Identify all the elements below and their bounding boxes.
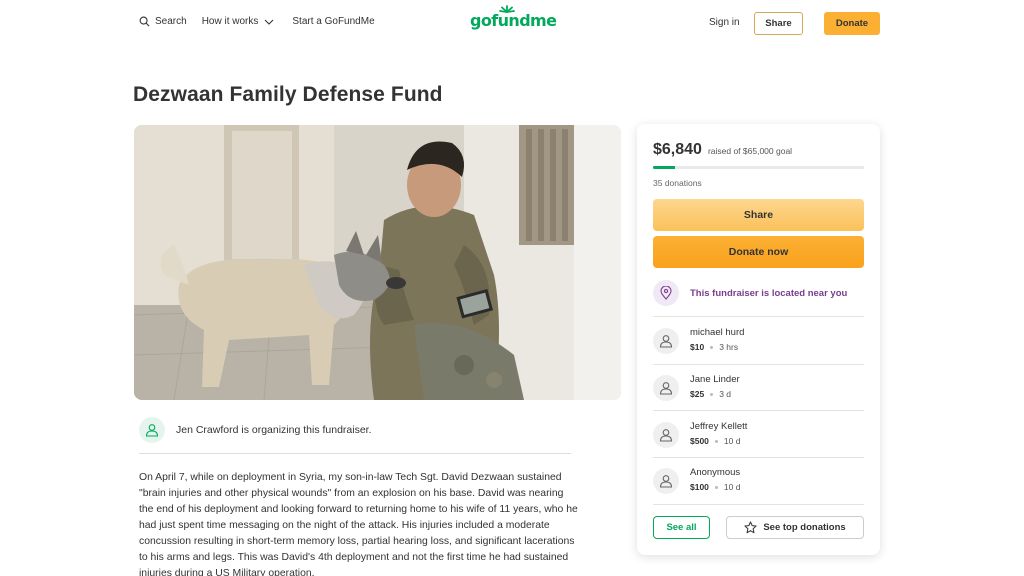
divider [653, 316, 864, 317]
donor-item: Jane Linder $25 3 d [653, 373, 740, 401]
donor-avatar [653, 375, 679, 401]
donor-item: michael hurd $10 3 hrs [653, 326, 744, 354]
donate-now-button[interactable]: Donate now [653, 236, 864, 268]
donor-info: Jeffrey Kellett $500 10 d [690, 420, 747, 446]
header-share-button[interactable]: Share [754, 12, 803, 35]
separator-dot [714, 485, 718, 489]
see-all-button[interactable]: See all [653, 516, 710, 539]
divider [653, 364, 864, 365]
site-header: Search How it works Start a GoFundMe gof… [0, 0, 1024, 46]
donor-amount: $25 [690, 389, 705, 399]
progress-bar [653, 166, 864, 169]
divider [653, 410, 864, 411]
donor-amount: $500 [690, 436, 709, 446]
chevron-down-icon [264, 19, 274, 25]
see-top-donations-button[interactable]: See top donations [726, 516, 864, 539]
donor-avatar [653, 468, 679, 494]
location-icon-wrap [653, 280, 679, 306]
nav-left: Search How it works Start a GoFundMe [139, 16, 375, 27]
donor-info: michael hurd $10 3 hrs [690, 326, 744, 352]
user-icon [659, 382, 673, 395]
logo-text: gofundme [470, 11, 557, 30]
donor-avatar [653, 422, 679, 448]
divider [139, 453, 571, 454]
user-icon [659, 475, 673, 488]
donor-name: Jeffrey Kellett [690, 421, 748, 432]
donor-time: 3 hrs [719, 342, 739, 352]
campaign-photo[interactable] [134, 125, 621, 400]
separator-dot [710, 345, 714, 349]
donor-info: Jane Linder $25 3 d [690, 373, 740, 399]
divider [653, 457, 864, 458]
raised-amount: $6,840 [653, 141, 702, 158]
location-pin-icon [660, 286, 672, 300]
donor-avatar [653, 328, 679, 354]
user-icon [145, 424, 159, 437]
story-text: On April 7, while on deployment in Syria… [139, 472, 578, 576]
donor-amount: $10 [690, 342, 705, 352]
amount-row: $6,840 raised of $65,000 goal [653, 141, 792, 159]
donor-name: Jane Linder [690, 374, 740, 385]
separator-dot [710, 392, 714, 396]
organizer-row[interactable]: Jen Crawford is organizing this fundrais… [139, 417, 372, 443]
donor-item: Jeffrey Kellett $500 10 d [653, 420, 747, 448]
donor-meta: $500 10 d [690, 436, 747, 446]
how-it-works-label: How it works [201, 16, 259, 27]
organizer-avatar [139, 417, 165, 443]
donor-item: Anonymous $100 10 d [653, 466, 740, 494]
goal-text: raised of $65,000 goal [707, 146, 793, 156]
donor-time: 3 d [719, 389, 732, 399]
gofundme-logo[interactable]: gofundme [470, 5, 557, 30]
location-notice: This fundraiser is located near you [653, 280, 847, 306]
donor-amount: $100 [690, 482, 709, 492]
page-title: Dezwaan Family Defense Fund [133, 83, 443, 106]
separator-dot [714, 439, 718, 443]
start-gofundme-label: Start a GoFundMe [292, 16, 375, 27]
logo-sun-icon [499, 5, 515, 13]
donor-time: 10 d [723, 436, 741, 446]
campaign-photo-art [134, 125, 621, 400]
donor-meta: $25 3 d [690, 389, 740, 399]
sign-in-link[interactable]: Sign in [709, 17, 740, 28]
search-label: Search [155, 16, 187, 27]
user-icon [659, 335, 673, 348]
header-donate-button[interactable]: Donate [824, 12, 880, 35]
donor-name: Anonymous [690, 467, 741, 478]
organizer-text: Jen Crawford is organizing this fundrais… [176, 424, 372, 436]
donor-info: Anonymous $100 10 d [690, 466, 740, 492]
share-button[interactable]: Share [653, 199, 864, 231]
divider [653, 504, 864, 505]
donor-name: michael hurd [690, 327, 745, 338]
see-top-donations-label: See top donations [763, 522, 846, 533]
search-link[interactable]: Search [139, 16, 187, 27]
donation-card: $6,840 raised of $65,000 goal 35 donatio… [637, 124, 880, 555]
user-icon [659, 429, 673, 442]
donations-count: 35 donations [653, 178, 702, 188]
donor-meta: $10 3 hrs [690, 342, 744, 352]
search-icon [139, 16, 150, 27]
star-icon [744, 521, 757, 534]
donor-meta: $100 10 d [690, 482, 740, 492]
start-gofundme-link[interactable]: Start a GoFundMe [292, 16, 374, 27]
how-it-works-dropdown[interactable]: How it works [202, 16, 275, 27]
donor-time: 10 d [723, 482, 741, 492]
progress-fill [653, 166, 676, 169]
location-text: This fundraiser is located near you [690, 287, 848, 299]
